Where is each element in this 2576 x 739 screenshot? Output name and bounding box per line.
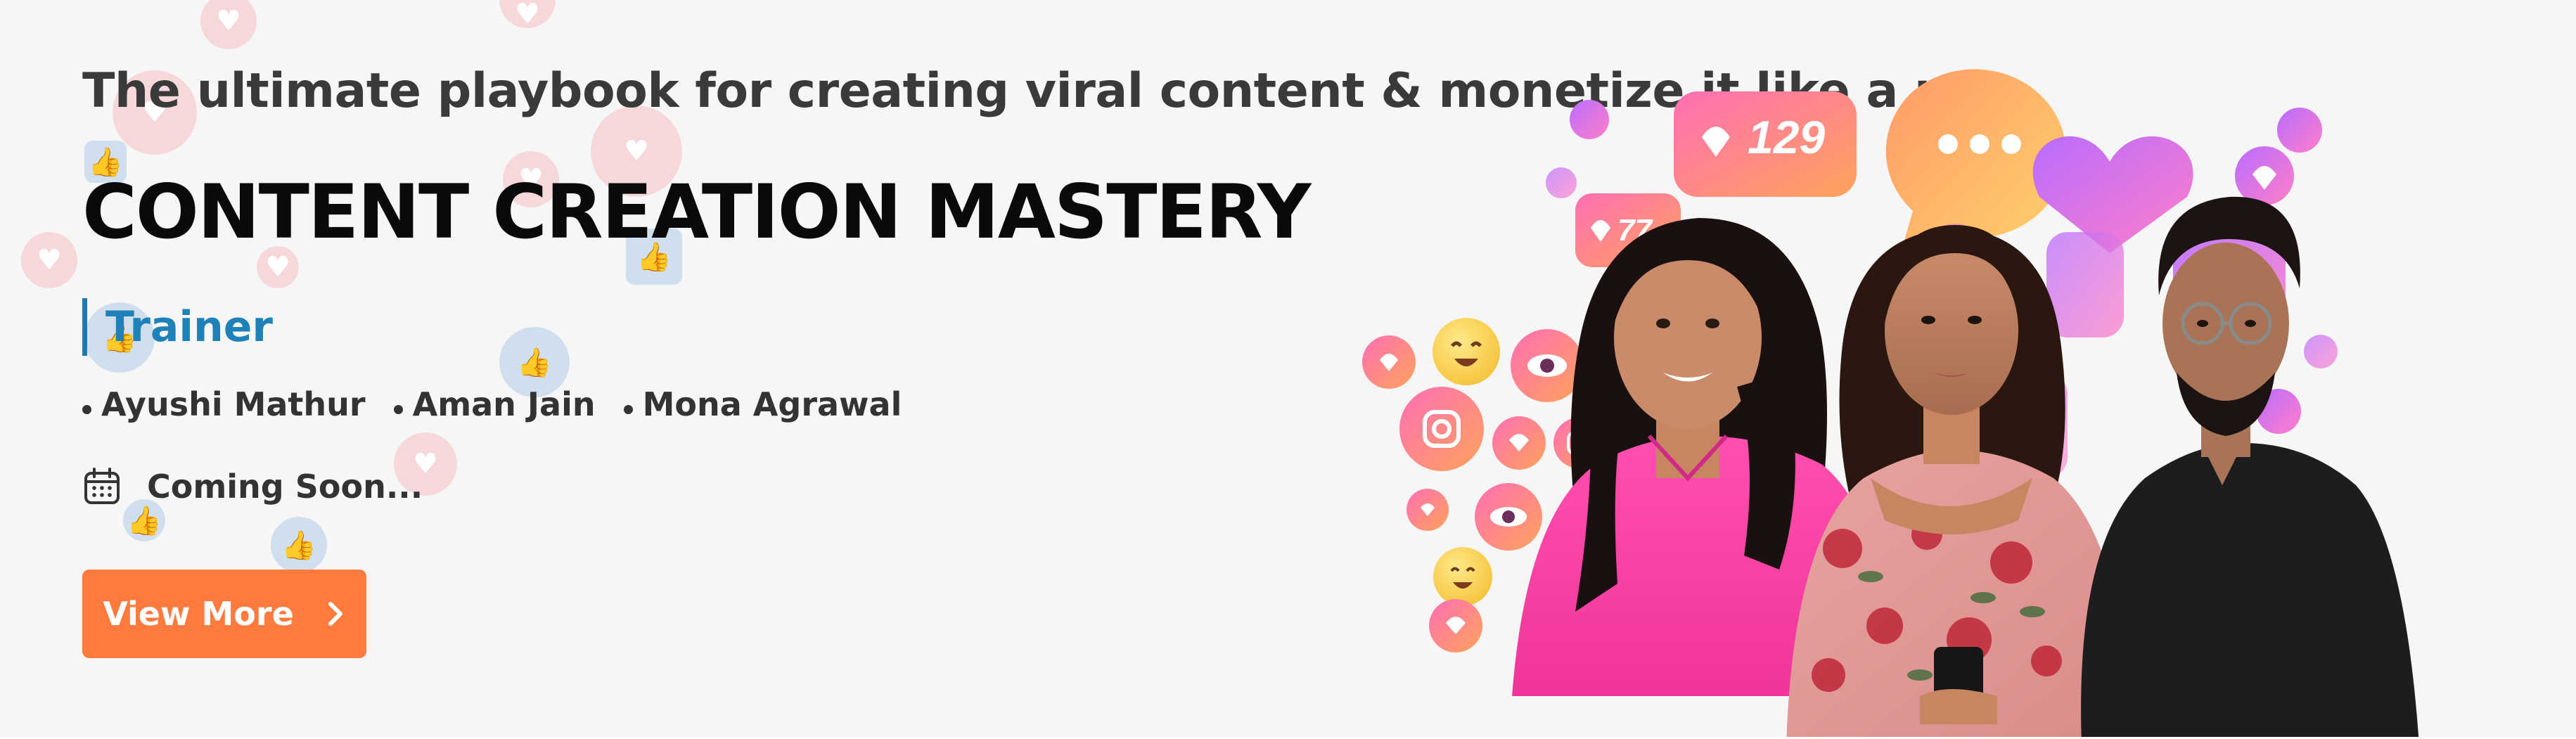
heart-bubble-decor-icon: ♥: [21, 232, 77, 288]
heart-bubble-decor-icon: ♥: [499, 0, 556, 30]
trainer-item: Ayushi Mathur: [82, 385, 366, 423]
bullet-dot-icon: [393, 404, 403, 414]
trainer-name: Mona Agrawal: [642, 385, 902, 423]
course-date-text: Coming Soon...: [147, 468, 423, 506]
trainer-item: Aman Jain: [393, 385, 596, 423]
course-title: CONTENT CREATION MASTERY: [82, 169, 1312, 255]
thumbs-up-decor-icon: 👍: [271, 517, 327, 573]
trainer-name: Ayushi Mathur: [101, 385, 366, 423]
trainer-list: Ayushi Mathur Aman Jain Mona Agrawal: [82, 385, 902, 423]
calendar-icon: [84, 468, 120, 504]
trainer-name: Aman Jain: [412, 385, 596, 423]
view-more-label: View More: [103, 595, 294, 633]
trainer-photo-3: [2081, 196, 2419, 739]
course-date-row: Coming Soon...: [82, 467, 423, 506]
trainer-heading: Trainer: [82, 298, 273, 356]
trainers-hero-image: 129 77: [1336, 42, 2532, 739]
hero-illustration: 129 77: [1362, 69, 2419, 739]
likes-count-large: 129: [1748, 111, 1825, 163]
heart-bubble-decor-icon: ♥: [200, 0, 257, 49]
bullet-dot-icon: [623, 404, 633, 414]
bullet-dot-icon: [82, 404, 91, 414]
course-banner: ♥ ♥ ♥ ♥ ♥ ♥ ♥ ♥ 👍 👍 👍 👍 👍 👍 The ultimate…: [0, 0, 2576, 739]
view-more-button[interactable]: View More: [82, 570, 366, 658]
chevron-right-icon: [328, 602, 342, 626]
trainer-item: Mona Agrawal: [623, 385, 902, 423]
likes-badge-large: 129: [1674, 91, 1857, 197]
